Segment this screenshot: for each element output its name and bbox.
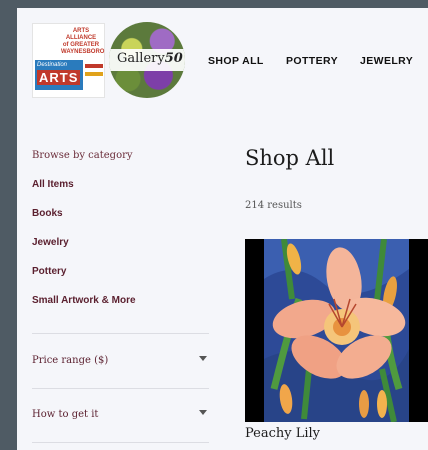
sidebar-divider bbox=[32, 333, 209, 334]
category-books[interactable]: Books bbox=[32, 208, 63, 219]
gallery-word: Gallery bbox=[117, 51, 165, 66]
gallery-number: 50 bbox=[164, 51, 183, 66]
site-header: ARTS ALLIANCE of GREATER WAYNESBORO Dest… bbox=[17, 8, 428, 108]
category-all-items[interactable]: All Items bbox=[32, 179, 74, 190]
chevron-down-icon bbox=[199, 356, 207, 361]
arts-alliance-logo[interactable]: ARTS ALLIANCE of GREATER WAYNESBORO Dest… bbox=[32, 23, 105, 98]
logo-stripe-yellow bbox=[85, 72, 103, 76]
how-to-get-it-label: How to get it bbox=[32, 409, 99, 420]
logo-line: of GREATER bbox=[62, 42, 100, 48]
gallery-50-logo[interactable]: Gallery50 bbox=[109, 22, 185, 98]
category-jewelry[interactable]: Jewelry bbox=[32, 237, 69, 248]
product-name[interactable]: Peachy Lily bbox=[245, 426, 320, 441]
arts-text: ARTS bbox=[37, 70, 81, 85]
window-frame-top bbox=[0, 0, 428, 8]
lily-painting bbox=[264, 239, 409, 422]
page-title: Shop All bbox=[245, 146, 335, 170]
category-small-artwork[interactable]: Small Artwork & More bbox=[32, 295, 136, 306]
logo-line: WAYNESBORO bbox=[61, 49, 105, 55]
category-pottery[interactable]: Pottery bbox=[32, 266, 66, 277]
window-frame-left bbox=[0, 0, 17, 450]
sidebar-divider bbox=[32, 388, 209, 389]
lily-painting-art bbox=[264, 239, 409, 422]
nav-shop-all[interactable]: SHOP ALL bbox=[208, 55, 264, 67]
sidebar-divider bbox=[32, 442, 209, 443]
price-range-label: Price range ($) bbox=[32, 355, 109, 366]
how-to-get-it-filter[interactable]: How to get it bbox=[32, 409, 209, 425]
price-range-filter[interactable]: Price range ($) bbox=[32, 355, 209, 371]
nav-pottery[interactable]: POTTERY bbox=[286, 55, 338, 67]
results-count: 214 results bbox=[245, 200, 302, 211]
gallery-logo-text: Gallery50 bbox=[117, 51, 183, 66]
logo-line: ARTS bbox=[72, 28, 90, 34]
arts-alliance-name: ARTS ALLIANCE of GREATER WAYNESBORO bbox=[61, 28, 105, 56]
nav-jewelry[interactable]: JEWELRY bbox=[360, 55, 413, 67]
chevron-down-icon bbox=[199, 410, 207, 415]
browse-by-category-label: Browse by category bbox=[32, 150, 133, 161]
destination-text: Destination bbox=[37, 62, 68, 68]
logo-line: ALLIANCE bbox=[65, 35, 97, 41]
product-image[interactable] bbox=[245, 239, 428, 422]
logo-stripe-red bbox=[85, 64, 103, 68]
page: ARTS ALLIANCE of GREATER WAYNESBORO Dest… bbox=[17, 8, 428, 450]
